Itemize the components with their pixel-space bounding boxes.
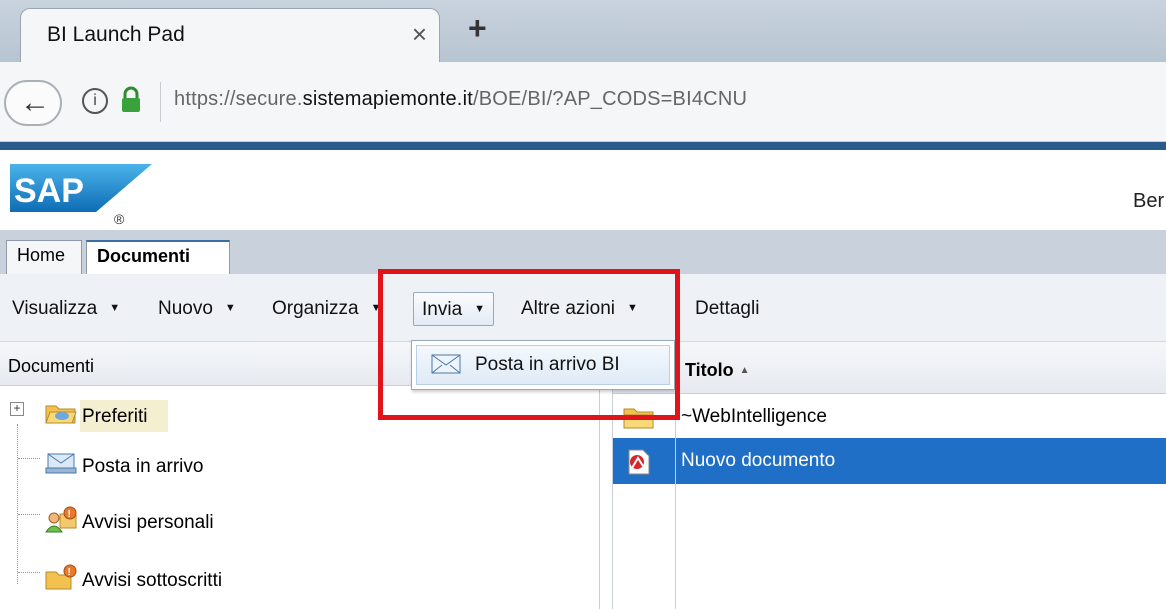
list-item[interactable]: Nuovo documento [613,438,1166,484]
column-header-label: Titolo [685,360,734,380]
annotation-highlight-box [378,269,680,420]
svg-text:!: ! [68,509,71,520]
tab-documenti[interactable]: Documenti [86,240,230,274]
menu-dettagli[interactable]: Dettagli [695,298,759,320]
info-icon[interactable]: i [82,88,108,114]
app-tab-strip: Home Documenti [0,230,1166,274]
tree-header-label: Documenti [8,356,95,376]
url-prefix: https://secure. [174,88,303,110]
browser-tab[interactable]: BI Launch Pad × [20,8,440,62]
tree-item-label: Avvisi sottoscritti [82,570,223,591]
sap-logo-text: SAP [14,172,84,210]
document-list-panel: Titolo ▲ ~WebIntelligence Nuovo documento [612,342,1166,609]
caret-down-icon: ▼ [109,302,121,314]
list-header: Titolo ▲ [613,342,1166,394]
tree-item-label: Posta in arrivo [82,456,204,477]
column-header-titolo[interactable]: Titolo ▲ [685,360,750,381]
browser-tab-bar: BI Launch Pad × + [0,0,1166,62]
url-separator [160,82,161,122]
menu-visualizza[interactable]: Visualizza ▼ [12,298,120,320]
menu-organizza[interactable]: Organizza ▼ [272,298,382,320]
subscribed-alerts-icon: ! [45,564,77,590]
lock-icon[interactable] [120,86,142,114]
inbox-icon [45,453,77,474]
url-domain: sistemapiemonte.it [302,88,473,110]
tree-item-label: Avvisi personali [82,512,214,533]
tab-home[interactable]: Home [6,240,82,274]
menu-dettagli-label: Dettagli [695,298,760,319]
user-name[interactable]: Ber [1133,190,1164,213]
menu-organizza-label: Organizza [272,298,359,319]
url-path: /BOE/BI/?AP_CODS=BI4CNU [472,88,748,110]
menu-visualizza-label: Visualizza [12,298,98,319]
caret-down-icon: ▼ [224,302,236,314]
webi-document-icon [628,449,650,475]
list-item[interactable]: ~WebIntelligence [613,394,1166,440]
tree-item-avvisi-sottoscritti[interactable]: ! Avvisi sottoscritti [0,560,300,600]
folder-favorites-icon [45,405,77,424]
back-arrow-icon: ← [20,86,50,119]
personal-alerts-icon: ! [45,506,77,533]
sap-logo: SAP ® [10,164,152,226]
menu-nuovo[interactable]: Nuovo ▼ [158,298,236,320]
sap-header: SAP ® Ber [0,150,1166,230]
list-item-name: Nuovo documento [681,450,836,471]
list-item-name: ~WebIntelligence [681,406,827,427]
new-tab-icon[interactable]: + [468,10,487,47]
tree-item-posta-in-arrivo[interactable]: Posta in arrivo [0,446,300,486]
tree-item-avvisi-personali[interactable]: ! Avvisi personali [0,502,300,542]
header-divider [0,142,1166,150]
back-button[interactable]: ← [4,80,62,126]
sap-logo-reg: ® [114,211,125,226]
tree-item-preferiti[interactable]: + Preferiti [0,396,300,436]
close-tab-icon[interactable]: × [412,19,427,50]
svg-text:!: ! [68,567,71,578]
expand-icon[interactable]: + [10,402,24,416]
address-bar: ← i https://secure.sistemapiemonte.it/BO… [0,62,1166,142]
sort-ascending-icon: ▲ [739,365,750,376]
browser-tab-title: BI Launch Pad [47,23,185,46]
tree-item-label: Preferiti [82,406,148,427]
url-input[interactable]: https://secure.sistemapiemonte.it/BOE/BI… [174,88,747,111]
menu-nuovo-label: Nuovo [158,298,213,319]
